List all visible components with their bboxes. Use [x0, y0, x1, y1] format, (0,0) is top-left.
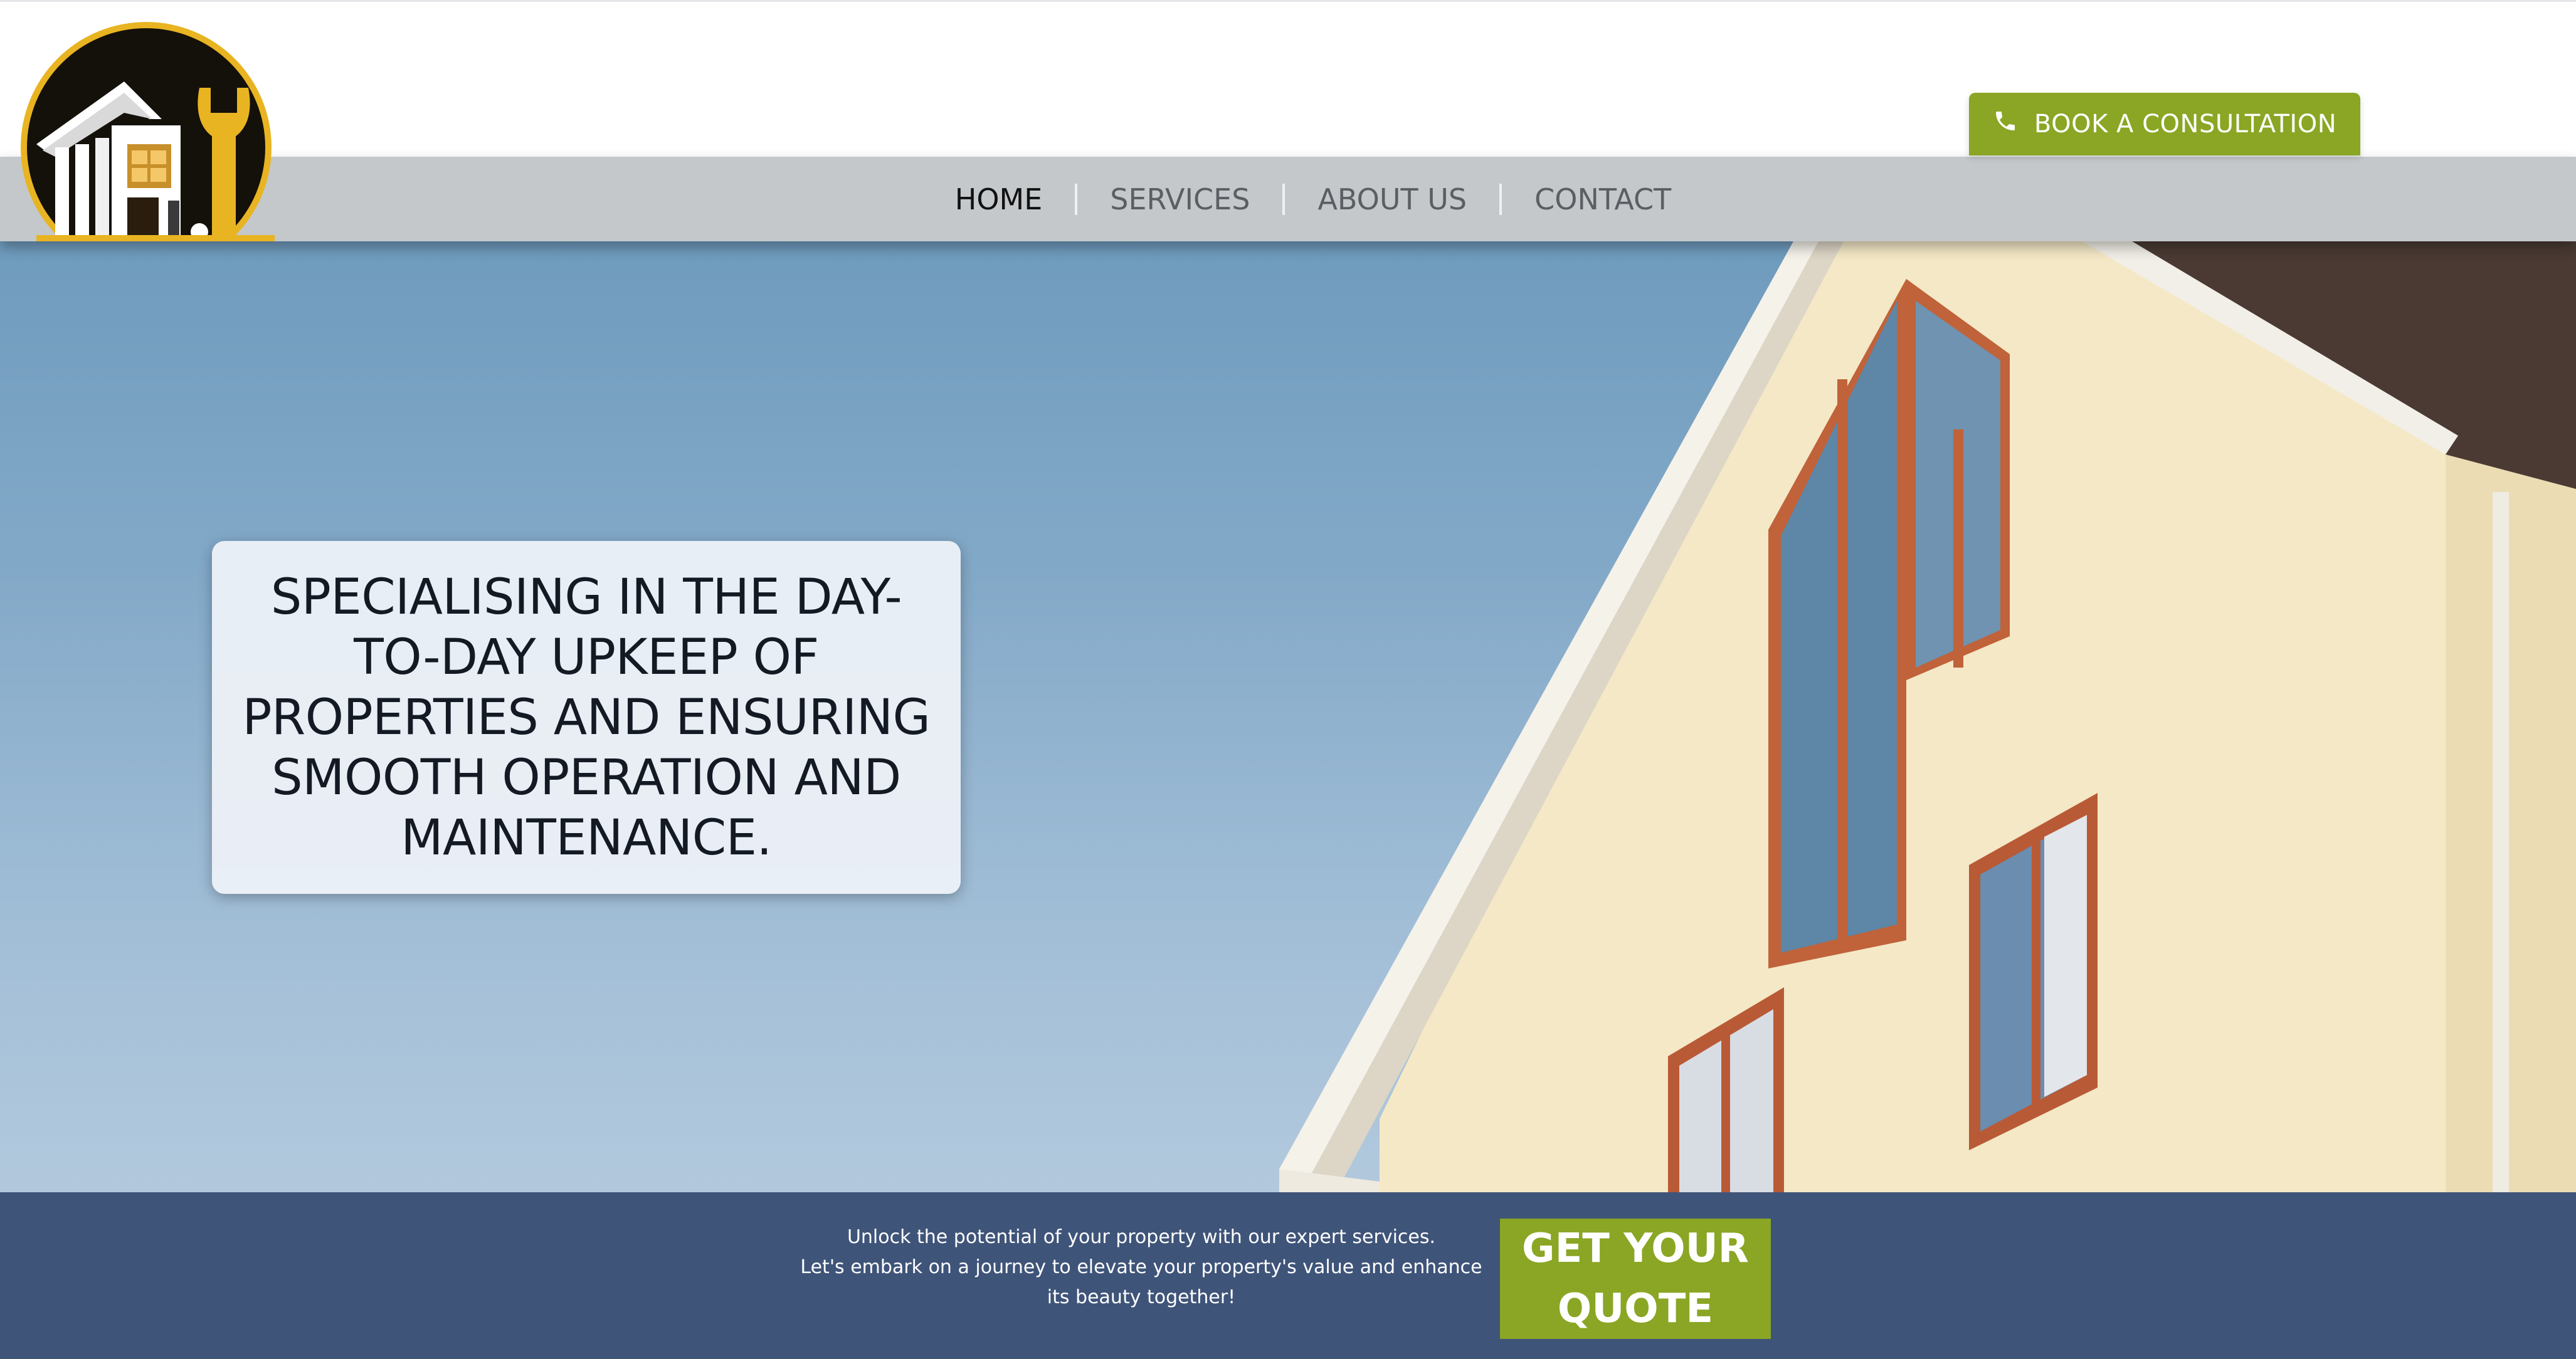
nav-item-services[interactable]: SERVICES [1077, 182, 1282, 216]
company-logo[interactable] [18, 19, 276, 244]
promo-line: its beauty together! [1047, 1286, 1236, 1308]
tagline-line: TO-DAY UPKEEP OF [354, 629, 819, 686]
tagline-line: MAINTENANCE. [401, 809, 772, 866]
nav-item-contact[interactable]: CONTACT [1502, 182, 1704, 216]
promo-line: Unlock the potential of your property wi… [847, 1226, 1436, 1248]
house-wrench-logo-icon [21, 22, 275, 241]
get-quote-button[interactable]: GET YOUR QUOTE [1500, 1219, 1771, 1339]
nav-item-home[interactable]: HOME [922, 182, 1075, 216]
book-consultation-button[interactable]: BOOK A CONSULTATION [1969, 93, 2360, 155]
tagline-card: SPECIALISING IN THE DAY- TO-DAY UPKEEP O… [212, 541, 961, 894]
tagline-text: SPECIALISING IN THE DAY- TO-DAY UPKEEP O… [243, 567, 931, 868]
cta-bar: Unlock the potential of your property wi… [0, 1192, 2576, 1359]
hero-section: SPECIALISING IN THE DAY- TO-DAY UPKEEP O… [0, 241, 2576, 1192]
promo-text: Unlock the potential of your property wi… [796, 1222, 1486, 1313]
quote-button-line: GET YOUR [1522, 1225, 1749, 1272]
tagline-line: PROPERTIES AND ENSURING [242, 689, 931, 746]
quote-button-line: QUOTE [1557, 1286, 1714, 1332]
nav-item-about-us[interactable]: ABOUT US [1285, 182, 1499, 216]
book-consultation-label: BOOK A CONSULTATION [2034, 110, 2337, 139]
tagline-line: SPECIALISING IN THE DAY- [270, 569, 902, 626]
main-navigation: HOME SERVICES ABOUT US CONTACT [0, 157, 2576, 241]
promo-line: Let's embark on a journey to elevate you… [800, 1256, 1482, 1278]
phone-icon [1993, 108, 2018, 140]
tagline-line: SMOOTH OPERATION AND [272, 749, 901, 806]
